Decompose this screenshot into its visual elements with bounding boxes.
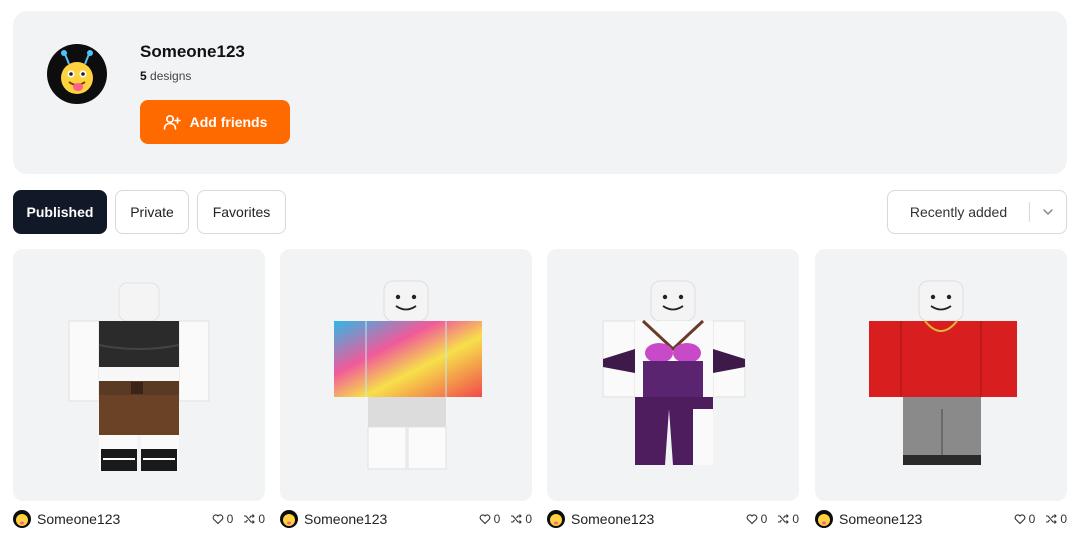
add-friends-button[interactable]: Add friends — [140, 100, 290, 144]
remix-stat[interactable]: 0 — [1045, 512, 1067, 526]
profile-avatar[interactable] — [47, 44, 107, 104]
author-name[interactable]: Someone123 — [304, 511, 387, 527]
remix-count: 0 — [258, 512, 265, 526]
author-name[interactable]: Someone123 — [571, 511, 654, 527]
like-count: 0 — [1028, 512, 1036, 526]
design-thumbnail-red-sweater[interactable] — [815, 249, 1067, 501]
design-count: 5 designs — [140, 69, 191, 83]
design-stats: 0 0 — [212, 512, 265, 526]
design-card: Someone123 0 0 — [547, 249, 799, 528]
tab-favorites[interactable]: Favorites — [197, 190, 286, 234]
sort-select[interactable]: Recently added — [887, 190, 1067, 234]
design-card-footer: Someone123 0 0 — [13, 509, 265, 529]
shuffle-icon — [778, 514, 790, 524]
shuffle-icon — [511, 514, 523, 524]
author-name[interactable]: Someone123 — [839, 511, 922, 527]
like-stat[interactable]: 0 — [1014, 512, 1036, 526]
design-stats: 0 0 — [746, 512, 799, 526]
design-count-number: 5 — [140, 69, 147, 83]
add-user-icon — [163, 114, 181, 130]
like-count: 0 — [226, 512, 234, 526]
like-stat[interactable]: 0 — [479, 512, 501, 526]
design-count-label: designs — [150, 69, 192, 83]
tab-private[interactable]: Private — [115, 190, 189, 234]
remix-count: 0 — [792, 512, 799, 526]
like-stat[interactable]: 0 — [212, 512, 234, 526]
design-card: Someone123 0 0 — [815, 249, 1067, 528]
design-thumbnail-corset-outfit[interactable] — [13, 249, 265, 501]
design-thumbnail-tie-dye-hoodie[interactable] — [280, 249, 532, 501]
shuffle-icon — [244, 514, 256, 524]
heart-icon — [212, 514, 223, 525]
remix-stat[interactable]: 0 — [243, 512, 265, 526]
sort-selected-label: Recently added — [909, 204, 1008, 220]
remix-stat[interactable]: 0 — [777, 512, 799, 526]
author-avatar[interactable] — [547, 510, 565, 528]
like-count: 0 — [493, 512, 501, 526]
shuffle-icon — [1046, 514, 1058, 524]
author-avatar[interactable] — [280, 510, 298, 528]
remix-stat[interactable]: 0 — [510, 512, 532, 526]
heart-icon — [479, 514, 490, 525]
author-name[interactable]: Someone123 — [37, 511, 120, 527]
remix-count: 0 — [525, 512, 532, 526]
design-card: Someone123 0 0 — [13, 249, 265, 528]
like-count: 0 — [760, 512, 768, 526]
tab-published[interactable]: Published — [13, 190, 107, 234]
chevron-down-icon — [1030, 205, 1066, 219]
remix-count: 0 — [1060, 512, 1067, 526]
design-card-footer: Someone123 0 0 — [815, 509, 1067, 529]
author-avatar[interactable] — [13, 510, 31, 528]
like-stat[interactable]: 0 — [746, 512, 768, 526]
design-thumbnail-purple-dress[interactable] — [547, 249, 799, 501]
heart-icon — [746, 514, 757, 525]
author-avatar[interactable] — [815, 510, 833, 528]
profile-username: Someone123 — [140, 42, 245, 61]
add-friends-label: Add friends — [189, 114, 268, 130]
profile-card: Someone123 5 designs Add friends — [13, 11, 1067, 174]
design-card-footer: Someone123 0 0 — [280, 509, 532, 529]
design-stats: 0 0 — [479, 512, 532, 526]
design-stats: 0 0 — [1014, 512, 1067, 526]
heart-icon — [1014, 514, 1025, 525]
design-card: Someone123 0 0 — [280, 249, 532, 528]
design-card-footer: Someone123 0 0 — [547, 509, 799, 529]
